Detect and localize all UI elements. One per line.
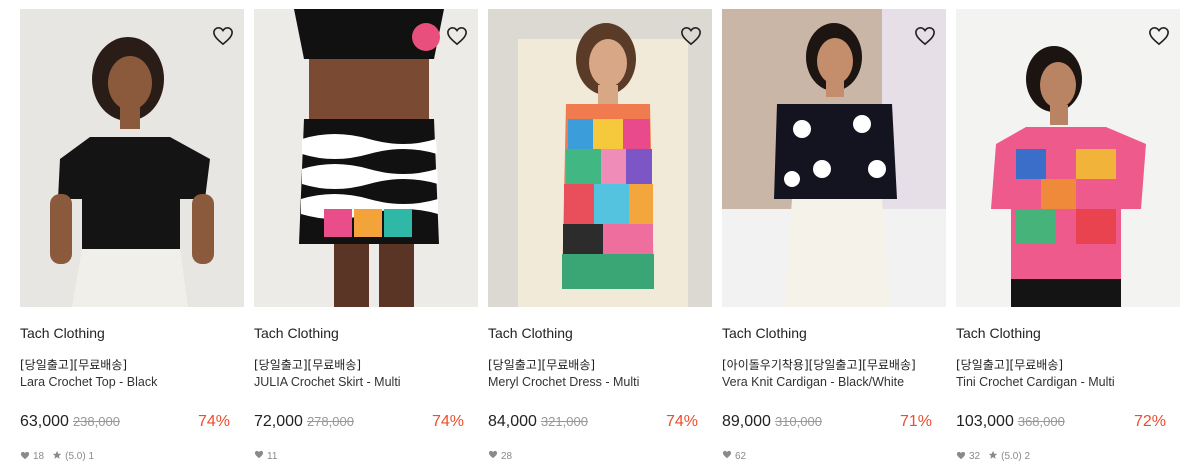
like-count: 18	[33, 451, 45, 462]
product-name[interactable]: Tini Crochet Cardigan - Multi	[956, 375, 1115, 389]
price-row: 103,000 368,000 72%	[956, 413, 1166, 433]
price-row: 84,000 321,000 74%	[488, 413, 698, 433]
heart-filled-icon	[488, 450, 498, 462]
heart-filled-icon	[956, 451, 966, 463]
product-name[interactable]: Lara Crochet Top - Black	[20, 375, 157, 389]
rating-score: (5.0)	[1001, 451, 1022, 462]
sale-price: 89,000	[722, 413, 771, 430]
discount-rate: 71%	[899, 413, 932, 430]
price-row: 89,000 310,000 71%	[722, 413, 932, 433]
like-count: 32	[969, 451, 981, 462]
star-icon	[52, 450, 62, 463]
review-count: 1	[88, 451, 95, 462]
product-card[interactable]: Tach Clothing [아이돌우기착용][당일출고][무료배송] Vera…	[722, 0, 948, 465]
original-price: 238,000	[72, 414, 120, 429]
product-image[interactable]	[20, 9, 244, 307]
original-price: 310,000	[774, 414, 822, 429]
promo-tags: [당일출고][무료배송]	[956, 358, 1064, 372]
wishlist-heart-icon[interactable]	[680, 26, 702, 46]
brand-name[interactable]: Tach Clothing	[722, 325, 807, 341]
like-count: 28	[501, 450, 513, 462]
like-count: 11	[267, 450, 278, 462]
product-meta: 32 (5.0) 2	[956, 450, 1038, 463]
promo-tags: [아이돌우기착용][당일출고][무료배송]	[722, 358, 916, 372]
original-price: 321,000	[540, 414, 588, 429]
price-row: 72,000 278,000 74%	[254, 413, 464, 433]
sale-price: 63,000	[20, 413, 69, 430]
promo-tags: [당일출고][무료배송]	[254, 358, 362, 372]
product-card[interactable]: Tach Clothing [당일출고][무료배송] JULIA Crochet…	[254, 0, 480, 465]
promo-tags: [당일출고][무료배송]	[488, 358, 596, 372]
discount-rate: 74%	[197, 413, 230, 430]
product-image[interactable]	[488, 9, 712, 307]
wishlist-heart-icon[interactable]	[1148, 26, 1170, 46]
brand-name[interactable]: Tach Clothing	[956, 325, 1041, 341]
brand-name[interactable]: Tach Clothing	[488, 325, 573, 341]
product-card[interactable]: Tach Clothing [당일출고][무료배송] Meryl Crochet…	[488, 0, 714, 465]
discount-rate: 74%	[431, 413, 464, 430]
wishlist-heart-icon[interactable]	[446, 26, 468, 46]
price-row: 63,000 238,000 74%	[20, 413, 230, 433]
review-count: 2	[1024, 451, 1031, 462]
heart-filled-icon	[20, 451, 30, 463]
discount-rate: 72%	[1133, 413, 1166, 430]
heart-filled-icon	[254, 450, 264, 462]
brand-name[interactable]: Tach Clothing	[20, 325, 105, 341]
product-meta: 11	[254, 450, 285, 462]
sale-price: 72,000	[254, 413, 303, 430]
original-price: 368,000	[1017, 414, 1065, 429]
product-image[interactable]	[722, 9, 946, 307]
product-meta: 18 (5.0) 1	[20, 450, 102, 463]
product-card[interactable]: Tach Clothing [당일출고][무료배송] Tini Crochet …	[956, 0, 1182, 465]
product-image[interactable]	[956, 9, 1180, 307]
product-grid: Tach Clothing [당일출고][무료배송] Lara Crochet …	[0, 0, 1192, 465]
original-price: 278,000	[306, 414, 354, 429]
discount-rate: 74%	[665, 413, 698, 430]
product-card[interactable]: Tach Clothing [당일출고][무료배송] Lara Crochet …	[20, 0, 246, 465]
brand-name[interactable]: Tach Clothing	[254, 325, 339, 341]
rating-score: (5.0)	[65, 451, 86, 462]
product-meta: 28	[488, 450, 520, 462]
star-icon	[988, 450, 998, 463]
wishlist-heart-icon[interactable]	[212, 26, 234, 46]
product-name[interactable]: Vera Knit Cardigan - Black/White	[722, 375, 904, 389]
heart-filled-icon	[722, 450, 732, 462]
wishlist-heart-icon[interactable]	[914, 26, 936, 46]
product-meta: 62	[722, 450, 754, 462]
sale-price: 103,000	[956, 413, 1014, 430]
product-image[interactable]	[254, 9, 478, 307]
promo-tags: [당일출고][무료배송]	[20, 358, 128, 372]
sale-price: 84,000	[488, 413, 537, 430]
like-count: 62	[735, 450, 747, 462]
product-name[interactable]: JULIA Crochet Skirt - Multi	[254, 375, 401, 389]
product-name[interactable]: Meryl Crochet Dress - Multi	[488, 375, 639, 389]
